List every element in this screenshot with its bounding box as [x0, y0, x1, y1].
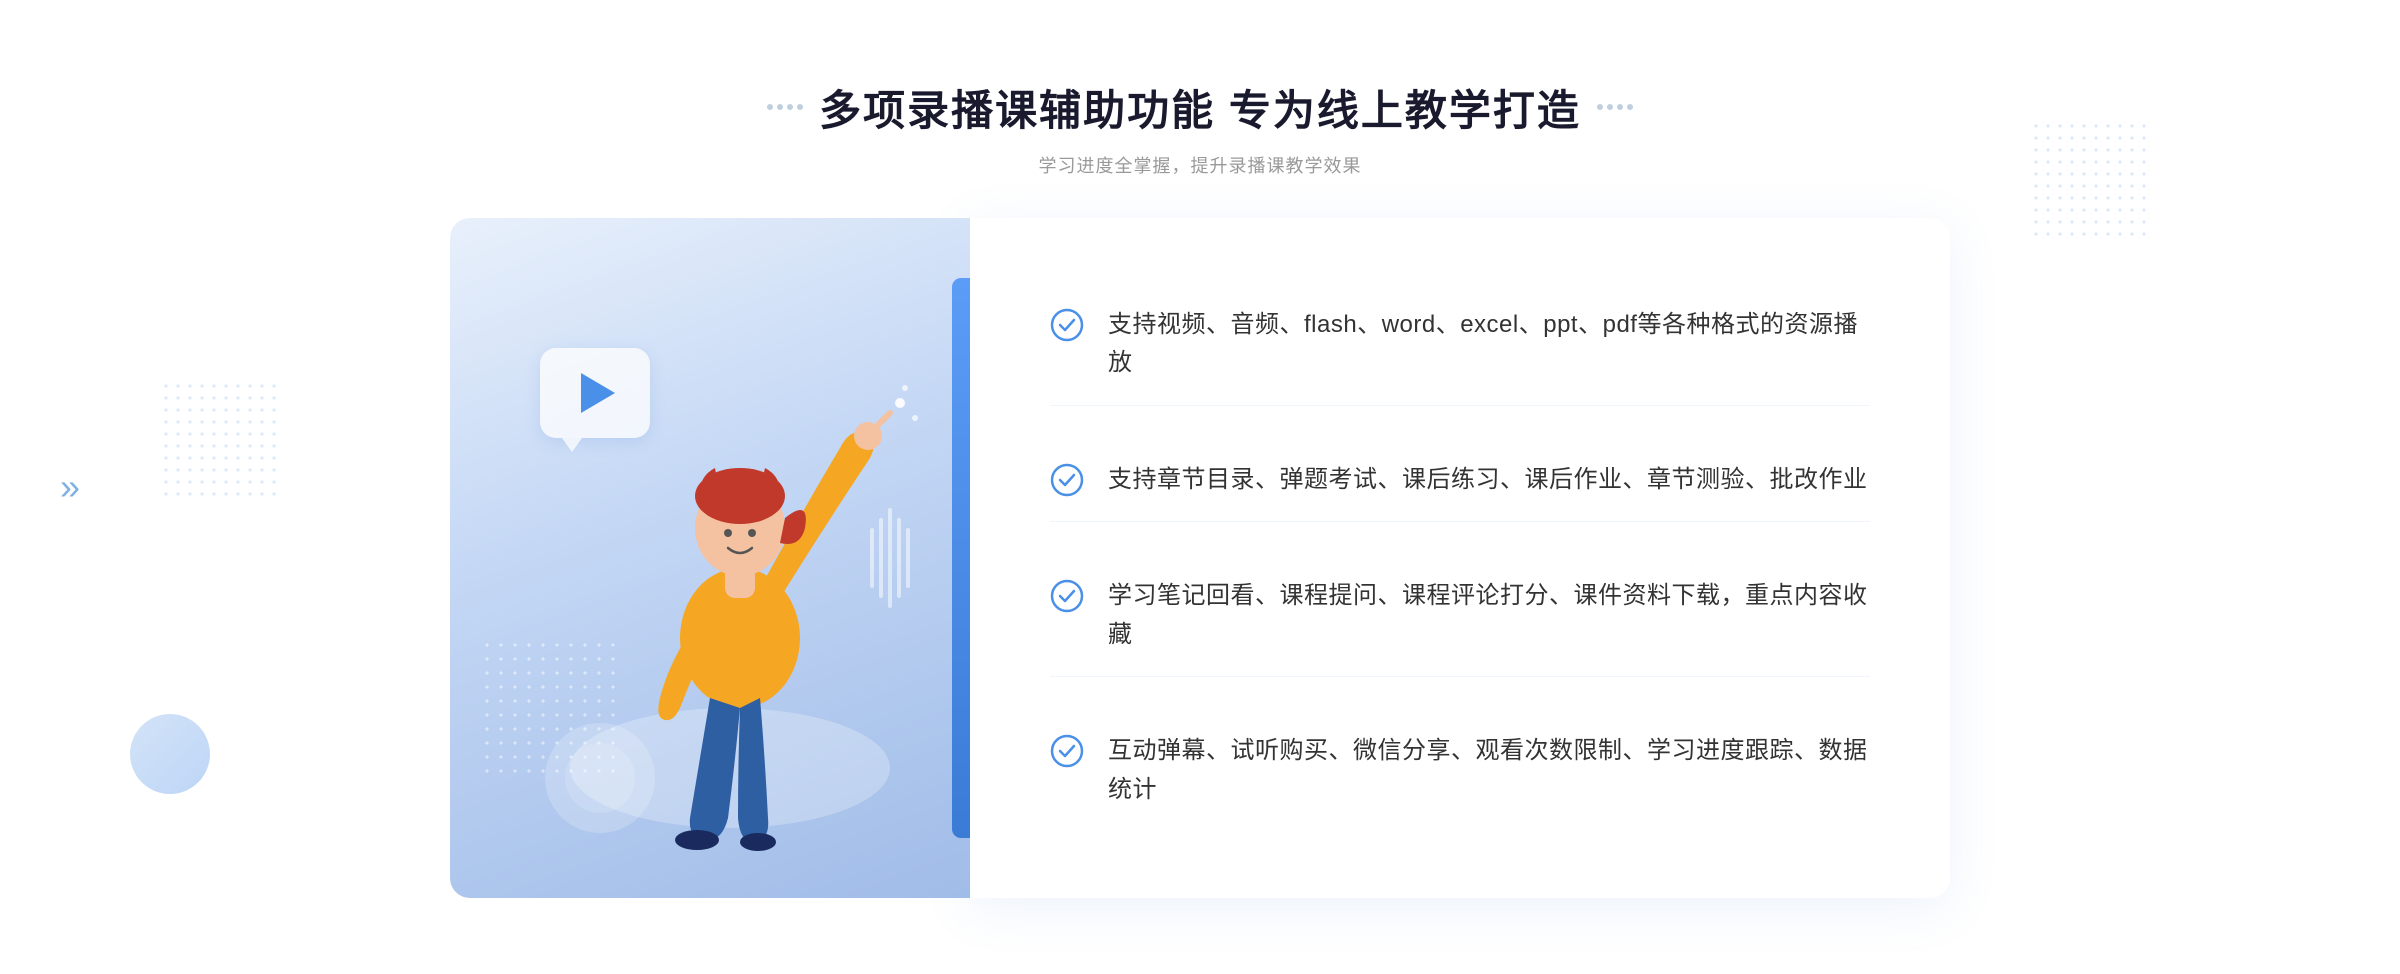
- person-illustration: [450, 218, 970, 898]
- decorative-dots-left: [160, 380, 280, 500]
- page-subtitle: 学习进度全掌握，提升录播课教学效果: [767, 152, 1633, 178]
- main-content: 支持视频、音频、flash、word、excel、ppt、pdf等各种格式的资源…: [450, 218, 1950, 898]
- decorative-circle-1: [130, 714, 210, 794]
- header-dots-left: [767, 104, 803, 110]
- check-icon-3: [1050, 579, 1084, 613]
- feature-text-2: 支持章节目录、弹题考试、课后练习、课后作业、章节测验、批改作业: [1108, 461, 1868, 499]
- illustration-panel: [450, 218, 970, 898]
- feature-text-3: 学习笔记回看、课程提问、课程评论打分、课件资料下载，重点内容收藏: [1108, 577, 1870, 654]
- header-dots-right: [1597, 104, 1633, 110]
- check-icon-1: [1050, 308, 1084, 342]
- feature-item-4: 互动弹幕、试听购买、微信分享、观看次数限制、学习进度跟踪、数据统计: [1050, 710, 1870, 831]
- features-panel: 支持视频、音频、flash、word、excel、ppt、pdf等各种格式的资源…: [970, 218, 1950, 898]
- page-header: 多项录播课辅助功能 专为线上教学打造 学习进度全掌握，提升录播课教学效果: [767, 77, 1633, 178]
- check-icon-4: [1050, 734, 1084, 768]
- feature-text-4: 互动弹幕、试听购买、微信分享、观看次数限制、学习进度跟踪、数据统计: [1108, 732, 1870, 809]
- decorative-dots-right: [2030, 120, 2150, 240]
- feature-item-3: 学习笔记回看、课程提问、课程评论打分、课件资料下载，重点内容收藏: [1050, 555, 1870, 677]
- page-title: 多项录播课辅助功能 专为线上教学打造: [819, 77, 1581, 138]
- check-icon-2: [1050, 463, 1084, 497]
- feature-item-1: 支持视频、音频、flash、word、excel、ppt、pdf等各种格式的资源…: [1050, 284, 1870, 406]
- decorative-arrow-left: »: [60, 466, 80, 508]
- feature-item-2: 支持章节目录、弹题考试、课后练习、课后作业、章节测验、批改作业: [1050, 439, 1870, 522]
- feature-text-1: 支持视频、音频、flash、word、excel、ppt、pdf等各种格式的资源…: [1108, 306, 1870, 383]
